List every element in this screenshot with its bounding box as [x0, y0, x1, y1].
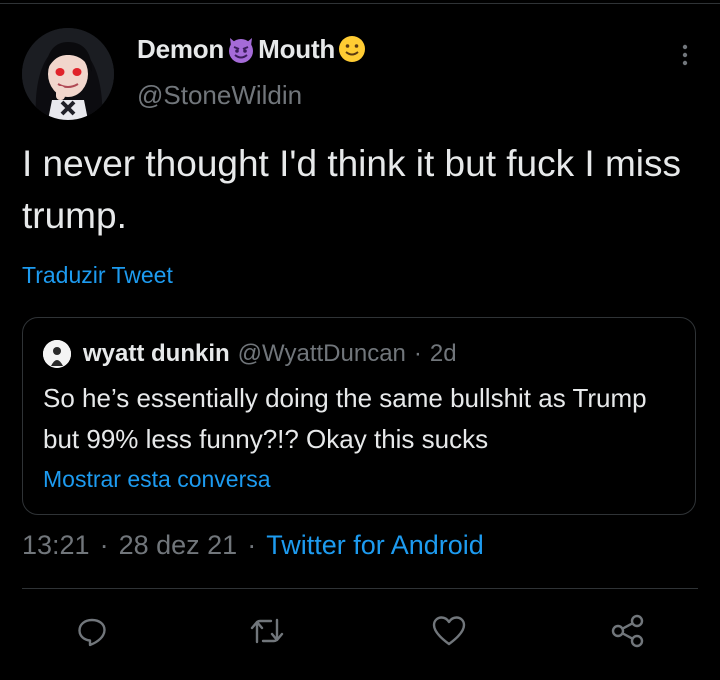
author-avatar[interactable]: [22, 28, 114, 120]
quoted-author-handle: @WyattDuncan: [237, 340, 406, 367]
smiling-imp-emoji: [225, 33, 257, 65]
tweet-time: 13:21: [22, 530, 90, 560]
tweet-source-link[interactable]: Twitter for Android: [266, 530, 484, 560]
top-border: [0, 3, 720, 4]
tweet-date: 28 dez 21: [118, 530, 238, 560]
quoted-author-avatar: [43, 340, 71, 368]
meta-separator: ·: [247, 530, 257, 560]
more-options-button[interactable]: [670, 40, 700, 70]
more-vertical-icon: [682, 44, 688, 66]
avatar-image: [22, 28, 114, 120]
translate-tweet-link[interactable]: Traduzir Tweet: [22, 262, 173, 289]
tweet-text: I never thought I'd think it but fuck I …: [22, 143, 681, 236]
quoted-author-name: wyatt dunkin: [83, 340, 230, 367]
show-conversation-link[interactable]: Mostrar esta conversa: [43, 466, 271, 493]
slightly-smiling-face-emoji: [336, 33, 368, 65]
reply-icon: [78, 618, 106, 647]
display-name-part1: Demon: [137, 33, 225, 64]
display-name[interactable]: Demon Mouth: [137, 33, 369, 65]
like-button[interactable]: [429, 611, 469, 651]
share-button[interactable]: [608, 611, 648, 651]
quoted-separator: ·: [413, 340, 422, 367]
retweet-icon: [250, 618, 284, 644]
reply-button[interactable]: [72, 611, 112, 651]
quoted-tweet-header: wyatt dunkin @WyattDuncan · 2d: [43, 340, 457, 368]
author-handle[interactable]: @StoneWildin: [137, 80, 302, 111]
quoted-tweet-age: 2d: [429, 340, 457, 367]
retweet-button[interactable]: [247, 611, 287, 651]
heart-icon: [432, 616, 466, 646]
share-icon: [611, 614, 644, 648]
actions-divider: [22, 588, 698, 589]
display-name-part2: Mouth: [258, 33, 336, 64]
tweet-metadata: 13:21 · 28 dez 21 · Twitter for Android: [22, 530, 484, 561]
quoted-tweet[interactable]: wyatt dunkin @WyattDuncan · 2d So he’s e…: [22, 317, 696, 515]
quoted-tweet-text: So he’s essentially doing the same bulls…: [43, 383, 647, 454]
meta-separator: ·: [99, 530, 109, 560]
